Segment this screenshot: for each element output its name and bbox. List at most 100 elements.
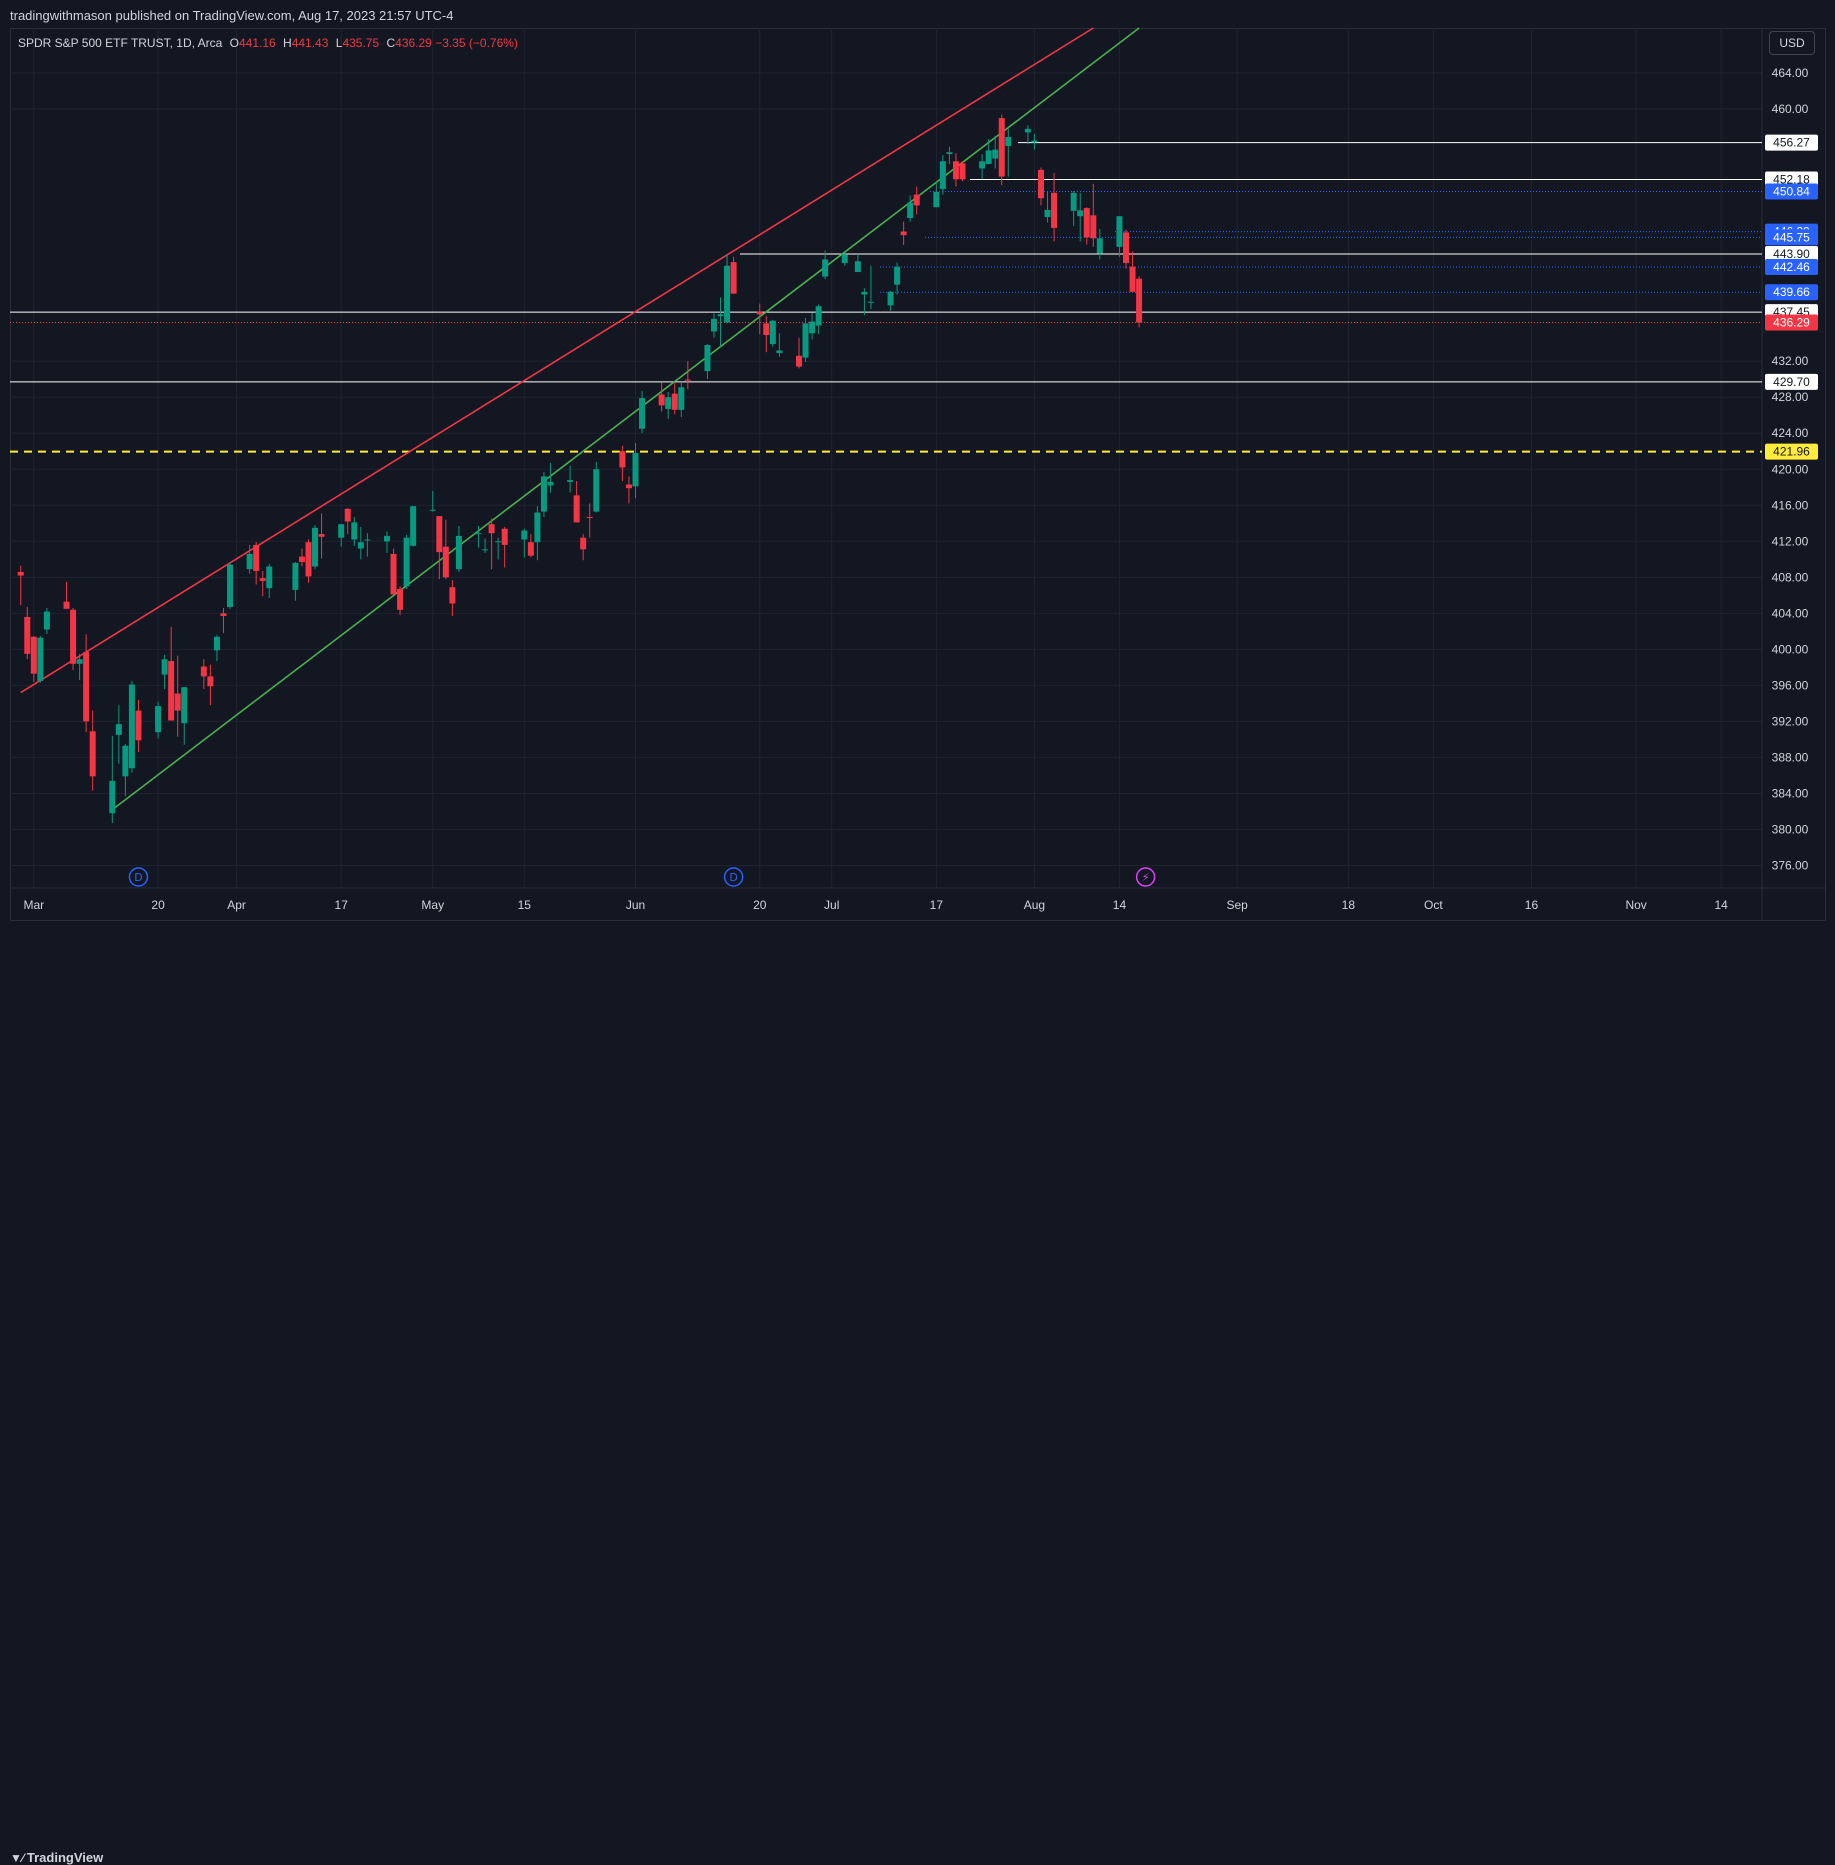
candle-body	[1044, 209, 1051, 218]
price-label: 421.96	[1773, 445, 1810, 459]
candle	[501, 526, 508, 568]
candle-body	[1129, 266, 1136, 292]
candle	[70, 607, 77, 671]
candle	[403, 534, 410, 590]
candle	[253, 542, 260, 585]
candle-body	[488, 524, 495, 534]
time-axis[interactable]: Mar 20 Apr 17 May 15 Jun 20 Jul 17 Aug 14 Sep 18 Oct 16…	[23, 898, 1728, 912]
x-tick-label: 20	[753, 898, 767, 912]
candle-body	[397, 589, 404, 610]
candle	[979, 154, 986, 180]
candle	[115, 705, 122, 764]
price-label: 456.27	[1773, 136, 1810, 150]
candle	[959, 161, 966, 182]
candle	[580, 534, 587, 561]
candle-body	[887, 291, 894, 306]
dividend-marker[interactable]: D	[723, 867, 744, 887]
candle-body	[338, 524, 345, 538]
change-value: −3.35 (−0.76%)	[435, 36, 518, 50]
candle-body	[266, 566, 273, 589]
candle-body	[292, 562, 299, 590]
candle	[292, 562, 299, 601]
candle	[1051, 172, 1058, 242]
candle-body	[253, 544, 260, 572]
candle-body	[867, 301, 874, 303]
candle-body	[76, 659, 83, 664]
candle	[658, 382, 665, 412]
candle-body	[979, 161, 986, 169]
candle	[625, 476, 632, 504]
candle-body	[429, 509, 436, 511]
y-tick-label: 412.00	[1772, 534, 1809, 548]
candle	[168, 626, 175, 721]
candle-body	[383, 535, 390, 542]
symbol-legend[interactable]: SPDR S&P 500 ETF TRUST, 1D, Arca O441.16…	[18, 36, 518, 50]
tradingview-logo-icon: ▼⁄	[10, 1851, 24, 1865]
currency-button[interactable]: USD	[1769, 31, 1815, 55]
candle-body	[312, 527, 319, 567]
candle	[861, 288, 868, 316]
candle	[488, 518, 495, 570]
y-tick-label: 424.00	[1772, 426, 1809, 440]
candle-body	[540, 476, 547, 512]
x-tick-label: Nov	[1625, 898, 1646, 912]
candle-body	[769, 320, 776, 345]
candle	[822, 250, 829, 280]
candle-body	[17, 571, 24, 576]
candle	[436, 516, 443, 580]
candle-body	[1090, 215, 1097, 239]
candle	[1136, 276, 1143, 328]
candle-body	[763, 323, 770, 336]
candle-body	[933, 191, 940, 208]
candle	[992, 136, 999, 169]
candle	[933, 181, 940, 208]
candle	[207, 664, 214, 706]
candle	[1090, 183, 1097, 247]
candle	[534, 506, 541, 561]
event-markers[interactable]: D D ⚡	[128, 867, 1156, 887]
candle-body	[1051, 192, 1058, 228]
candle	[155, 701, 162, 739]
candle	[1077, 192, 1084, 242]
candle	[482, 538, 489, 554]
candle	[665, 391, 672, 419]
candle	[952, 153, 959, 187]
dividend-marker[interactable]: D	[128, 867, 149, 887]
y-tick-label: 464.00	[1772, 66, 1809, 80]
price-chart[interactable]: 464.00 460.00 432.00 428.00 424.00 420.00 416.…	[0, 0, 1835, 954]
candle-body	[122, 745, 129, 777]
candle-body	[580, 537, 587, 550]
earnings-marker[interactable]: ⚡	[1135, 867, 1156, 887]
x-tick-label: 17	[930, 898, 944, 912]
candle	[815, 304, 822, 335]
candle	[1044, 191, 1051, 223]
candle-body	[841, 254, 848, 264]
candle-body	[403, 537, 410, 587]
candle-body	[1031, 140, 1038, 143]
y-tick-label: 428.00	[1772, 390, 1809, 404]
candle	[894, 262, 901, 295]
candle-body	[1116, 216, 1123, 247]
candle-body	[482, 549, 489, 551]
tradingview-logo[interactable]: ▼⁄ TradingView	[10, 1850, 103, 1865]
candle	[109, 735, 116, 824]
candle	[724, 254, 731, 324]
candle-body	[796, 355, 802, 367]
candle	[776, 333, 783, 357]
candle-body	[246, 553, 253, 570]
open-key: O	[229, 36, 239, 50]
candle	[1129, 251, 1136, 292]
candle	[63, 581, 70, 609]
candle	[305, 539, 312, 583]
candle	[383, 531, 390, 554]
y-tick-label: 460.00	[1772, 102, 1809, 116]
candle-body	[913, 194, 920, 206]
candle-body	[717, 314, 724, 317]
x-tick-label: 14	[1714, 898, 1728, 912]
candle	[1024, 125, 1031, 145]
candle	[298, 548, 305, 567]
candle	[593, 462, 600, 513]
channel-line-upper	[20, 27, 1094, 694]
candle-body	[442, 546, 449, 578]
candle-body	[854, 261, 861, 273]
